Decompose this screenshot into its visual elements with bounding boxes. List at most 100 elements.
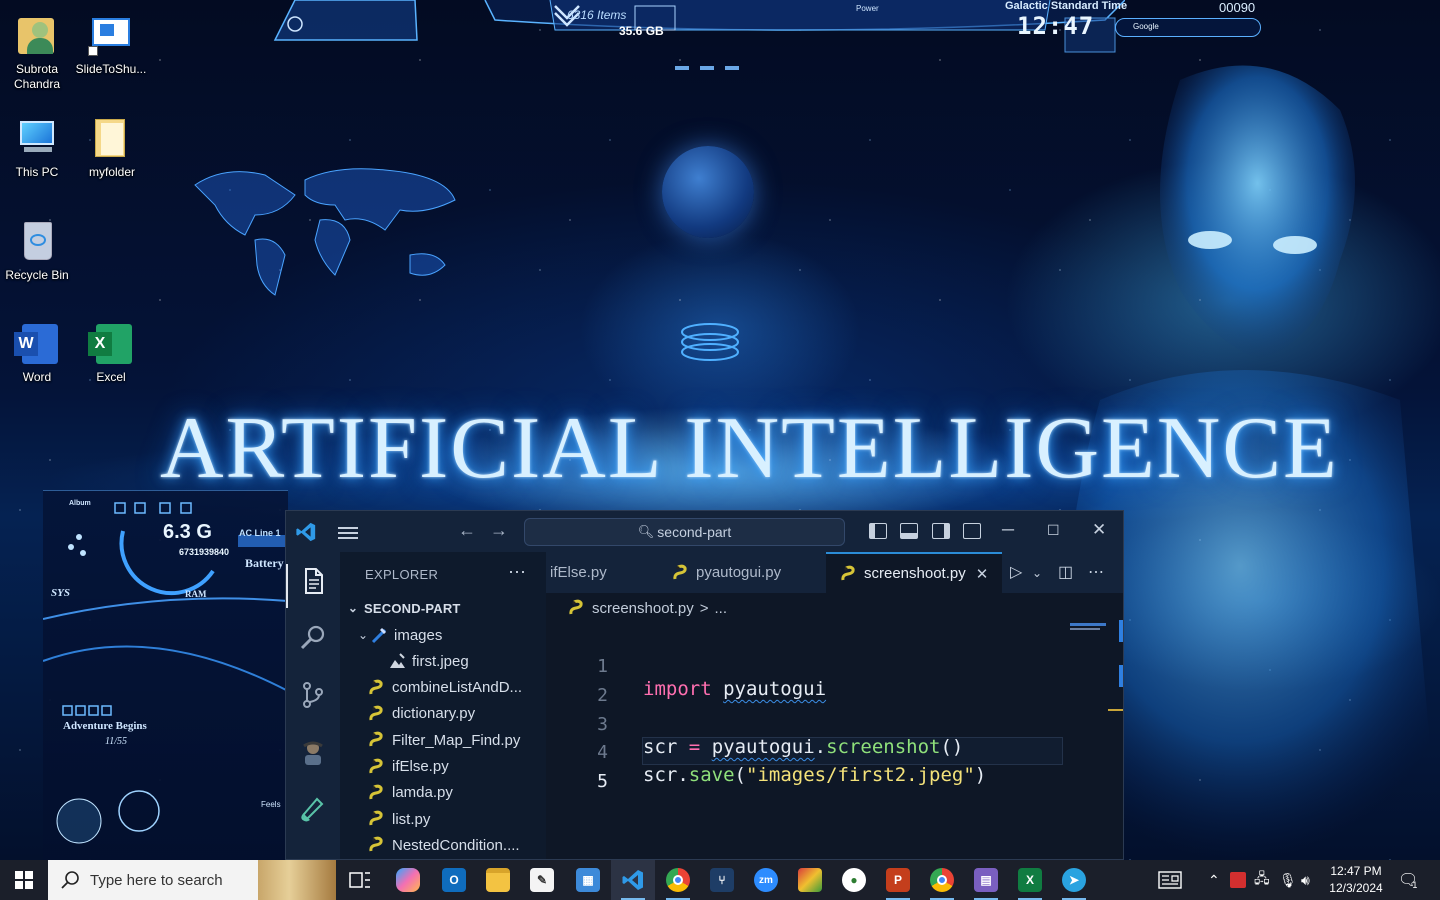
- search-view-icon[interactable]: [298, 623, 328, 653]
- command-center-search[interactable]: 🔍︎ second-part: [524, 518, 845, 546]
- command-center-text: second-part: [657, 524, 732, 540]
- control-panel-button[interactable]: ▦: [566, 860, 610, 900]
- tree-root-folder[interactable]: ⌄ SECOND-PART: [346, 595, 552, 621]
- menu-icon[interactable]: [338, 524, 358, 540]
- back-arrow-icon[interactable]: ←: [458, 520, 476, 541]
- holo-rings-graphic: [681, 323, 739, 361]
- task-view-button[interactable]: [338, 860, 382, 900]
- chrome-button[interactable]: [656, 860, 700, 900]
- tree-item[interactable]: lamda.py: [340, 780, 546, 806]
- zoom-icon: zm: [754, 868, 778, 892]
- toggle-secondary-sidebar-icon[interactable]: [932, 523, 950, 539]
- outlook-button[interactable]: O: [432, 860, 476, 900]
- minimize-icon[interactable]: ─: [1002, 520, 1014, 540]
- winrar-button[interactable]: [788, 860, 832, 900]
- run-dropdown-icon[interactable]: ⌄: [1032, 566, 1042, 580]
- chrome-profile-icon: [930, 868, 954, 892]
- desktop-icon-myfolder[interactable]: myfolder: [74, 107, 150, 197]
- vpn-app-icon: ●: [842, 868, 866, 892]
- microphone-icon[interactable]: 🎙︎: [1279, 860, 1297, 900]
- chrome-icon: [666, 868, 690, 892]
- tab-label: ifElse.py: [550, 564, 607, 581]
- tree-item[interactable]: ⌄ images: [340, 622, 546, 648]
- copilot-button[interactable]: [386, 860, 430, 900]
- desktop-icon-slidetoshutdown[interactable]: SlideToShu...: [73, 4, 149, 94]
- tab-pyautogui[interactable]: pyautogui.py: [668, 552, 826, 593]
- hud-ac-line: AC Line 1: [239, 528, 281, 538]
- file-explorer-button[interactable]: [476, 860, 520, 900]
- desktop-icon-word[interactable]: W Word: [0, 312, 75, 402]
- taskbar-search[interactable]: Type here to search: [48, 860, 336, 900]
- tree-item[interactable]: ifElse.py: [340, 754, 546, 780]
- testing-icon[interactable]: [298, 796, 328, 826]
- close-window-icon[interactable]: ✕: [1092, 520, 1106, 540]
- volume-icon[interactable]: 🔊︎: [1301, 860, 1310, 900]
- vpn-app-button[interactable]: ●: [832, 860, 876, 900]
- desktop-icon-recycle-bin[interactable]: Recycle Bin: [0, 210, 75, 300]
- notification-center-icon[interactable]: 🗨︎ 1: [1398, 860, 1418, 900]
- desktop-icon-subrota-chandra[interactable]: Subrota Chandra: [0, 4, 75, 94]
- tree-item[interactable]: first.jpeg: [340, 648, 546, 674]
- toggle-panel-icon[interactable]: [900, 523, 918, 539]
- tree-item[interactable]: dictionary.py: [340, 701, 546, 727]
- zoom-button[interactable]: zm: [744, 860, 788, 900]
- tree-item[interactable]: NestedCondition....: [340, 832, 546, 858]
- whiteboard-button[interactable]: ✎: [520, 860, 564, 900]
- tree-item-label: Filter_Map_Find.py: [392, 731, 521, 749]
- hud-top-widget: 6316 Items 35.6 GB Power Galactic Standa…: [255, 0, 1261, 80]
- telegram-icon: ➤: [1062, 868, 1086, 892]
- scrollbar-marker: [1108, 709, 1123, 711]
- pdf-tray-icon[interactable]: [1230, 860, 1246, 900]
- hud-date-label: 11/55: [105, 736, 128, 747]
- editor-tabbar: ifElse.py pyautogui.py screenshoot.py ✕ …: [546, 552, 1123, 593]
- desktop-icon-label: Recycle Bin: [5, 268, 69, 282]
- taskbar-clock[interactable]: 12:47 PM 12/3/2024: [1322, 863, 1390, 897]
- show-hidden-icons-icon[interactable]: ⌃: [1208, 860, 1220, 900]
- close-tab-icon[interactable]: ✕: [976, 565, 989, 583]
- search-icon: [61, 871, 79, 889]
- line-number: 5: [597, 771, 608, 792]
- tab-label: screenshoot.py: [864, 565, 966, 582]
- maximize-icon[interactable]: ☐: [1047, 522, 1060, 539]
- desktop-icon-label: SlideToShu...: [75, 62, 147, 76]
- network-icon[interactable]: 🖧︎: [1254, 860, 1270, 900]
- python-file-icon: [368, 705, 390, 723]
- wallpaper-title: ARTIFICIAL INTELLIGENCE: [160, 400, 1339, 497]
- app-switcher-button[interactable]: ▤: [964, 860, 1008, 900]
- code-line-2: 2: [546, 663, 1123, 706]
- editor-more-icon[interactable]: ⋯: [1088, 562, 1104, 582]
- tree-item[interactable]: list.py: [340, 806, 546, 832]
- explorer-icon[interactable]: [298, 566, 328, 596]
- toggle-primary-sidebar-icon[interactable]: [869, 523, 887, 539]
- desktop-icon-excel[interactable]: X Excel: [73, 312, 149, 402]
- clock-date: 12/3/2024: [1329, 881, 1383, 895]
- customize-layout-icon[interactable]: [963, 523, 981, 539]
- excel-button[interactable]: X: [1008, 860, 1052, 900]
- powerpoint-button[interactable]: P: [876, 860, 920, 900]
- hud-memory-value: 6.3 G: [163, 521, 212, 543]
- telegram-button[interactable]: ➤: [1052, 860, 1096, 900]
- desktop-icon-label: Word: [22, 370, 52, 384]
- desktop-icon-this-pc[interactable]: This PC: [0, 107, 75, 197]
- tab-ifelse[interactable]: ifElse.py: [550, 552, 660, 593]
- hud-power-label: Power: [856, 4, 879, 13]
- chrome-profile-button[interactable]: [920, 860, 964, 900]
- run-debug-icon[interactable]: [298, 738, 328, 768]
- breadcrumb[interactable]: screenshoot.py > ...: [568, 599, 727, 617]
- tree-item-label: list.py: [392, 810, 431, 828]
- tree-item[interactable]: Filter_Map_Find.py: [340, 727, 546, 753]
- git-tool-button[interactable]: ⑂: [700, 860, 744, 900]
- python-file-icon: [368, 784, 390, 802]
- vscode-taskbar-button[interactable]: [611, 860, 655, 900]
- search-placeholder: Type here to search: [90, 871, 223, 889]
- source-control-icon[interactable]: [298, 680, 328, 710]
- tab-screenshoot[interactable]: screenshoot.py ✕: [826, 552, 1002, 593]
- more-actions-icon[interactable]: ⋯: [508, 562, 526, 583]
- winrar-icon: [798, 868, 822, 892]
- news-widget-icon[interactable]: [1158, 860, 1182, 900]
- forward-arrow-icon[interactable]: →: [490, 520, 508, 541]
- run-file-icon[interactable]: ▷: [1010, 562, 1022, 582]
- tree-item[interactable]: combineListAndD...: [340, 675, 546, 701]
- split-editor-icon[interactable]: ◫: [1058, 562, 1073, 582]
- start-button[interactable]: [0, 860, 48, 900]
